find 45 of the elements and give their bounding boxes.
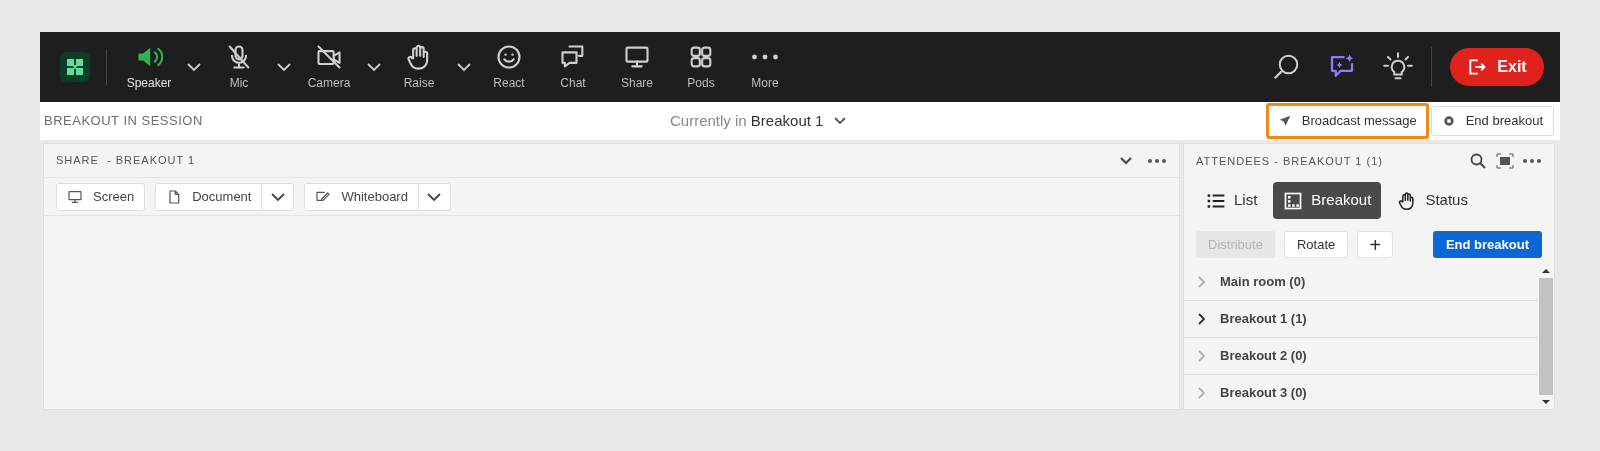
pod-title: ATTENDEES - BREAKOUT 1 (1) (1196, 153, 1383, 169)
scroll-down-icon[interactable] (1542, 400, 1550, 404)
view-tab[interactable]: Breakout (1273, 182, 1382, 219)
pod-title: SHARE - BREAKOUT 1 (56, 153, 196, 169)
toolbar-button[interactable]: Pods (669, 37, 733, 97)
toolbar-button[interactable]: Share (605, 37, 669, 97)
toolbar-button[interactable]: Camera (297, 37, 361, 97)
broadcast-message-button[interactable]: Broadcast message (1265, 103, 1429, 139)
monitor-icon (67, 188, 83, 205)
toolbar-button[interactable]: Speaker (117, 37, 181, 97)
add-button[interactable]: + (1357, 231, 1394, 258)
end-breakout-button[interactable]: End breakout (1430, 106, 1554, 136)
maximize-icon[interactable] (1496, 153, 1514, 169)
exit-icon (1467, 57, 1488, 77)
toolbar-button[interactable]: More (733, 37, 797, 97)
stop-icon (1441, 114, 1456, 128)
breakout-grid-icon (1283, 190, 1304, 211)
room-row[interactable]: Breakout 3 (0) (1184, 375, 1538, 409)
action-button[interactable]: Rotate (1283, 231, 1349, 258)
room-row[interactable]: Breakout 2 (0) (1184, 338, 1538, 375)
chevron-down-icon (426, 191, 443, 202)
search-icon[interactable] (1271, 52, 1301, 82)
more-icon[interactable] (1522, 158, 1542, 164)
toolbar-button[interactable]: React (477, 37, 541, 97)
search-icon[interactable] (1470, 153, 1486, 169)
chevron-down-icon[interactable] (833, 116, 848, 126)
screen-share-button[interactable]: Screen (57, 183, 145, 210)
view-tab[interactable]: List (1196, 182, 1268, 219)
toolbar-button[interactable]: Raise (387, 37, 451, 97)
app-logo[interactable] (60, 52, 90, 82)
chevron-down-icon[interactable] (1119, 155, 1133, 166)
session-status: BREAKOUT IN SESSION (44, 112, 203, 131)
current-room-text: Currently in Breakout 1 (670, 110, 824, 131)
more-icon[interactable] (1147, 157, 1167, 164)
logo-icon (65, 57, 85, 77)
scroll-up-icon[interactable] (1542, 269, 1550, 273)
chevron-down-icon (269, 191, 286, 202)
toolbar-button[interactable]: Chat (541, 37, 605, 97)
lightbulb-icon[interactable] (1383, 52, 1413, 82)
toolbar-button[interactable]: Mic (207, 37, 271, 97)
end-breakout-button[interactable]: End breakout (1432, 231, 1542, 258)
room-row[interactable]: Main room (0) (1184, 264, 1538, 301)
exit-button[interactable]: Exit (1450, 48, 1544, 86)
view-tab[interactable]: Status (1387, 182, 1478, 219)
room-row[interactable]: Breakout 1 (1) (1184, 301, 1538, 338)
